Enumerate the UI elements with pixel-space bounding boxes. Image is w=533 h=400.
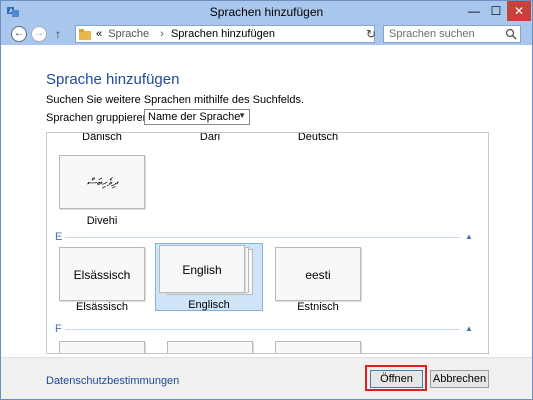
breadcrumb-item-sprachen-hinzufuegen[interactable]: Sprachen hinzufügen <box>171 28 275 40</box>
language-label-englisch[interactable]: Englisch <box>164 299 254 311</box>
minimize-button[interactable]: — <box>463 1 485 21</box>
chevron-down-icon: ▼ <box>238 111 246 120</box>
privacy-link[interactable]: Datenschutzbestimmungen <box>46 375 179 387</box>
group-by-select[interactable]: Name der Sprache ▼ <box>144 109 250 125</box>
language-label-elsaessisch[interactable]: Elsässisch <box>57 301 147 313</box>
breadcrumb-overflow[interactable]: « <box>96 28 102 40</box>
search-placeholder: Sprachen suchen <box>389 28 475 40</box>
language-label-dari[interactable]: Dari <box>165 133 255 143</box>
breadcrumb-separator[interactable]: › <box>160 28 164 40</box>
instruction-text: Suchen Sie weitere Sprachen mithilfe des… <box>46 94 305 106</box>
maximize-button[interactable]: ☐ <box>485 1 507 21</box>
group-divider-e <box>65 237 460 238</box>
search-input[interactable]: Sprachen suchen <box>383 25 521 43</box>
language-label-estnisch[interactable]: Estnisch <box>273 301 363 313</box>
window: A Sprachen hinzufügen — ☐ ✕ ← → ↑ « Spra… <box>0 0 533 400</box>
breadcrumb: « Sprache › Sprachen hinzufügen <box>96 28 275 40</box>
collapse-icon[interactable]: ▲ <box>465 324 473 333</box>
language-tile-eesti[interactable]: eesti <box>275 247 361 301</box>
group-header-e: E <box>55 231 63 243</box>
folder-icon <box>79 29 91 40</box>
language-tile[interactable] <box>275 341 361 353</box>
cancel-button[interactable]: Abbrechen <box>430 370 489 388</box>
language-tile-english[interactable]: English <box>159 245 245 293</box>
open-button[interactable]: Öffnen <box>370 370 423 388</box>
collapse-icon[interactable]: ▲ <box>465 232 473 241</box>
back-icon[interactable]: ← <box>11 26 27 42</box>
language-label-deutsch[interactable]: Deutsch <box>273 133 363 143</box>
refresh-icon[interactable]: ↻ <box>363 25 379 43</box>
navigation-bar: ← → ↑ « Sprache › Sprachen hinzufügen ▾ … <box>1 23 532 45</box>
group-divider-f <box>65 329 460 330</box>
language-list[interactable]: Dänisch Dari Deutsch ދިވެހިބަސް Divehi E… <box>46 132 489 354</box>
up-icon[interactable]: ↑ <box>51 26 65 42</box>
forward-icon[interactable]: → <box>31 26 47 42</box>
language-tile-divehi[interactable]: ދިވެހިބަސް <box>59 155 145 209</box>
close-button[interactable]: ✕ <box>507 1 531 21</box>
language-tile[interactable] <box>59 341 145 353</box>
title-bar: A Sprachen hinzufügen — ☐ ✕ <box>1 1 532 23</box>
language-tile-elsaessisch[interactable]: Elsässisch <box>59 247 145 301</box>
group-by-value: Name der Sprache <box>148 111 241 123</box>
search-icon[interactable] <box>505 28 517 40</box>
breadcrumb-item-sprache[interactable]: Sprache <box>108 28 149 40</box>
language-label-daenisch[interactable]: Dänisch <box>57 133 147 143</box>
page-title: Sprache hinzufügen <box>46 71 180 88</box>
language-tile[interactable] <box>167 341 253 353</box>
window-title: Sprachen hinzufügen <box>209 5 324 19</box>
language-label-divehi[interactable]: Divehi <box>57 215 147 227</box>
address-bar[interactable]: « Sprache › Sprachen hinzufügen ▾ <box>75 25 434 43</box>
footer: Datenschutzbestimmungen Öffnen Abbrechen <box>1 357 532 399</box>
group-header-f: F <box>55 323 62 335</box>
